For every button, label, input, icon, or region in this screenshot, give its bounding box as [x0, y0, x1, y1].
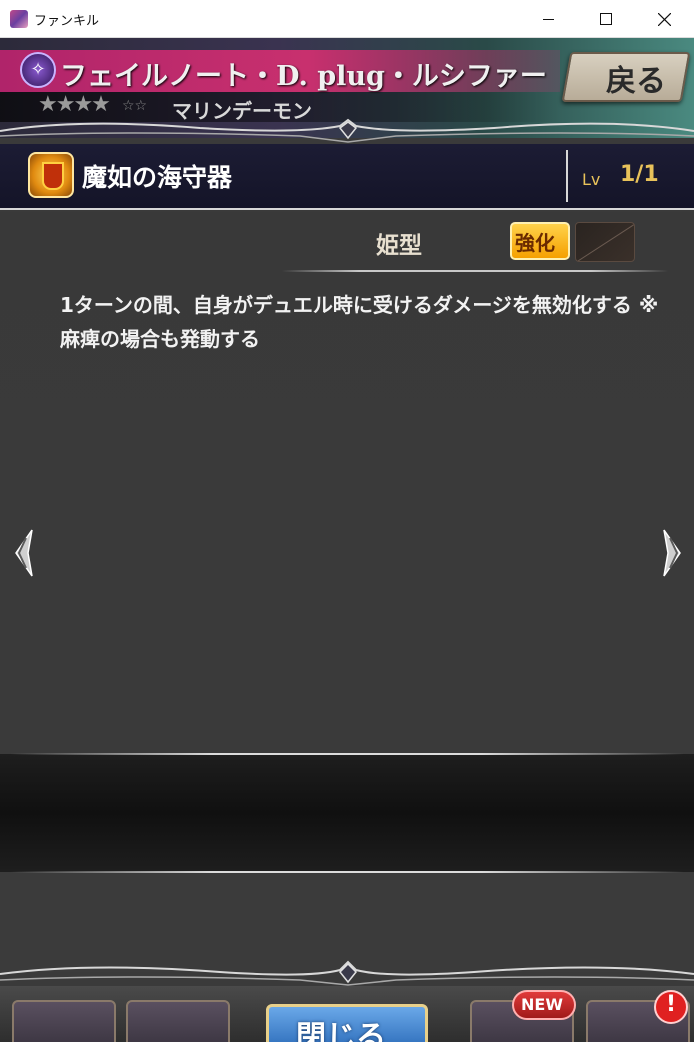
skill-type: 姫型 [376, 233, 422, 259]
rarity-stars: ★★★★ [38, 92, 111, 117]
empty-slot [575, 222, 635, 262]
type-underline [282, 270, 668, 272]
window-title-bar: ファンキル [0, 0, 694, 38]
close-button-label: 閉じる [296, 1020, 386, 1042]
window-title: ファンキル [34, 14, 100, 29]
skill-description: 1ターンの間、自身がデュエル時に受けるダメージを無効化する ※麻痺の場合も発動す… [60, 293, 659, 351]
close-icon [658, 13, 671, 26]
enhance-label: 強化 [515, 231, 555, 255]
class-icon: ✧ [20, 52, 56, 88]
menu-item-character[interactable] [126, 1000, 230, 1042]
bottom-ornament-divider [0, 960, 694, 986]
next-arrow-icon[interactable] [660, 528, 684, 578]
band-bottom-line [10, 871, 684, 873]
skill-name: 魔如の海守器 [82, 163, 233, 192]
dark-band [0, 754, 694, 872]
alert-badge-label: ! [666, 992, 677, 1017]
menu-item-book[interactable] [12, 1000, 116, 1042]
app-icon [10, 10, 28, 28]
previous-arrow-icon[interactable] [12, 528, 36, 578]
level-divider [566, 150, 568, 202]
level-label: Lv [582, 170, 601, 189]
shield-icon [28, 152, 74, 198]
level-value: 1/1 [620, 162, 659, 187]
maximize-button[interactable] [577, 0, 635, 38]
close-window-button[interactable] [636, 0, 694, 38]
band-top-line [10, 753, 684, 755]
top-ornament-divider [0, 118, 694, 143]
back-button-label: 戻る [606, 64, 666, 99]
character-name: フェイルノート・D. plug・ルシファー [60, 61, 547, 92]
rarity-extra: ☆☆ [122, 98, 148, 114]
new-badge-label: NEW [521, 995, 563, 1014]
skill-title-bar: 魔如の海守器 Lv 1/1 [0, 144, 694, 210]
minimize-button[interactable] [519, 0, 577, 38]
